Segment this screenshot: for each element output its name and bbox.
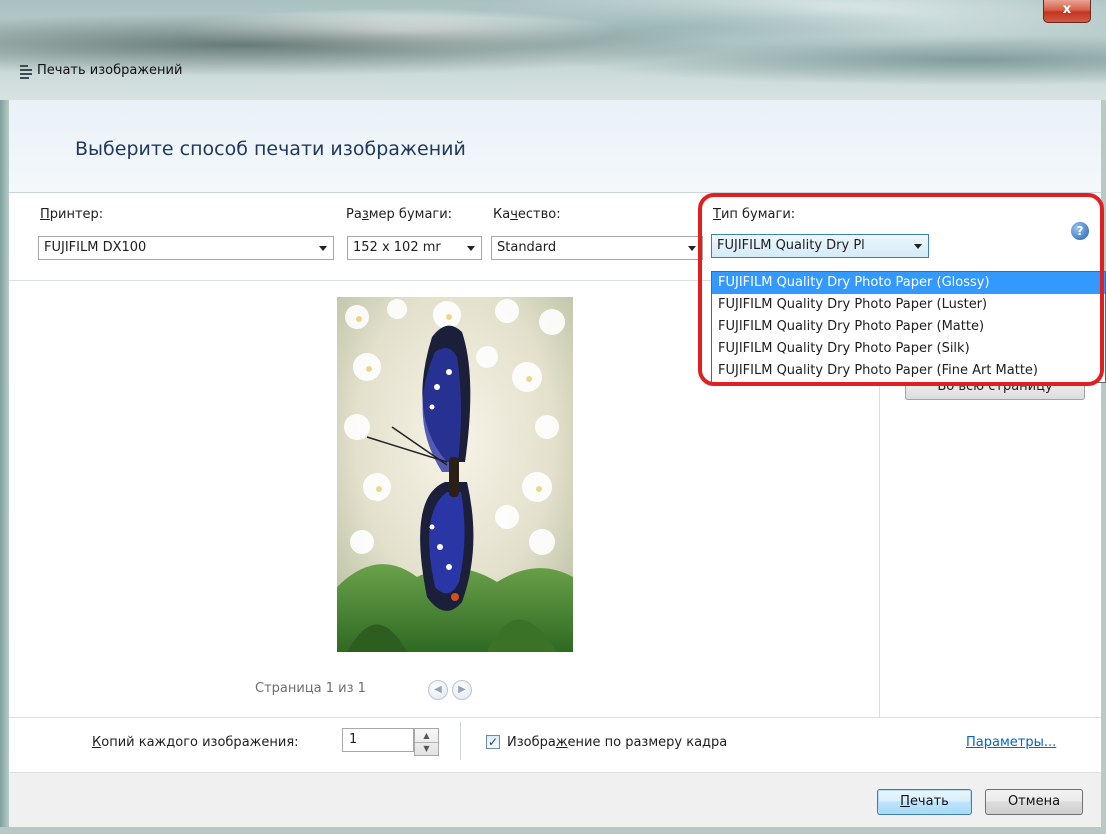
checkmark-icon: ✓ [487, 735, 499, 749]
cancel-button[interactable]: Отмена [985, 789, 1083, 815]
chevron-down-icon [467, 246, 475, 251]
divider [9, 717, 1101, 718]
quality-select-value: Standard [497, 240, 557, 255]
chevron-down-icon [688, 246, 696, 251]
paper-size-select-value: 152 x 102 mr [353, 240, 441, 255]
window-frame-left [0, 100, 9, 834]
chevron-down-icon [319, 246, 327, 251]
butterfly-photo-preview [337, 297, 573, 652]
paper-size-select[interactable]: 152 x 102 mr [347, 236, 482, 260]
copies-label: Копий каждого изображения: [92, 735, 299, 750]
spin-up-icon[interactable]: ▲ [415, 729, 438, 743]
copies-input[interactable]: 1 [342, 728, 414, 752]
fit-to-frame-checkbox[interactable]: ✓ [486, 735, 500, 749]
copies-spinner[interactable]: ▲ ▼ [414, 728, 439, 756]
previous-page-button[interactable]: ◀ [428, 680, 448, 700]
page-indicator: Страница 1 из 1 [255, 681, 366, 696]
spin-down-icon[interactable]: ▼ [415, 742, 438, 755]
quality-label: Качество: [493, 207, 561, 222]
arrow-left-icon: ◀ [434, 684, 442, 695]
page-title: Выберите способ печати изображений [75, 138, 466, 160]
title-bar [0, 0, 1106, 100]
next-page-button[interactable]: ▶ [452, 680, 472, 700]
print-button[interactable]: Печать [877, 789, 972, 815]
arrow-right-icon: ▶ [458, 684, 466, 695]
options-link[interactable]: Параметры... [966, 735, 1056, 750]
window-frame-bottom [0, 827, 1106, 834]
fit-to-frame-label[interactable]: Изображение по размеру кадра [507, 735, 727, 750]
window-title: Печать изображений [37, 63, 183, 78]
divider [879, 380, 880, 717]
printer-label: Принтер: [40, 207, 104, 222]
print-window-icon [18, 63, 32, 79]
close-button[interactable]: x [1043, 0, 1091, 23]
printer-select[interactable]: FUJIFILM DX100 [38, 236, 334, 260]
divider [460, 722, 461, 760]
quality-select[interactable]: Standard [491, 236, 703, 260]
highlight-outline [698, 193, 1104, 386]
paper-size-label: Размер бумаги: [346, 207, 453, 222]
printer-select-value: FUJIFILM DX100 [44, 240, 147, 255]
